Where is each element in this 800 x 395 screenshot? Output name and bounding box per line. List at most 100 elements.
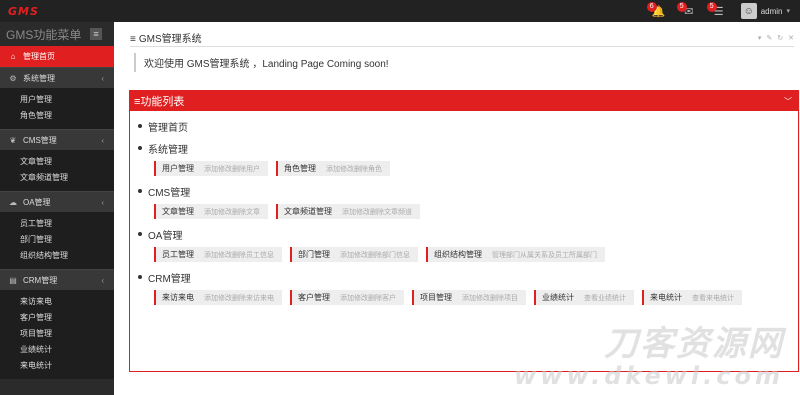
user-menu[interactable]: ☺ admin ▾ xyxy=(740,3,790,19)
top-bar: GMS 🔔 6 ✉ 5 ☰ 5 ☺ admin ▾ xyxy=(0,0,800,22)
feature-list-portlet: ≡功能列表 ﹀ 管理首页系统管理用户管理 添加修改删除用户 角色管理 添加修改删除角色… xyxy=(129,90,799,372)
feature-section-label: OA管理 xyxy=(148,230,183,242)
welcome-portlet-title: GMS管理系统 xyxy=(138,34,202,45)
reload-icon[interactable]: ↻ xyxy=(777,34,783,42)
portlet-tools: ▾ ✎ ↻ ✕ xyxy=(758,34,794,42)
sidebar-header: GMS功能菜单 ≡ xyxy=(0,22,114,46)
top-icons: 🔔 6 ✉ 5 ☰ 5 ☺ admin ▾ xyxy=(646,2,790,19)
brand-logo[interactable]: GMS xyxy=(8,5,39,18)
list-icon: ▤ xyxy=(9,275,17,285)
feature-tile-name: 文章管理 xyxy=(162,207,194,216)
sidebar: GMS功能菜单 ≡ ⌂ 管理首页 ⚙ 系统管理 ‹ 用户管理 角色管理 ❦ CMS管理 ‹ 文章管理… xyxy=(0,22,114,395)
sidebar-subitem[interactable]: 文章管理 xyxy=(0,154,114,170)
feature-tile-name: 项目管理 xyxy=(420,293,452,302)
feature-tile[interactable]: 客户管理 添加修改删除客户 xyxy=(290,290,404,305)
chevron-down-icon[interactable]: ﹀ xyxy=(784,96,792,107)
welcome-message: 欢迎使用 GMS管理系统 ，Landing Page Coming soon! xyxy=(134,53,794,72)
notification-icon[interactable]: 🔔 6 xyxy=(646,2,667,18)
sidebar-subitem[interactable]: 业绩统计 xyxy=(0,342,114,358)
tasks-icon[interactable]: ☰ 5 xyxy=(706,2,727,18)
feature-section-title: CRM管理 xyxy=(138,268,798,286)
bars-icon: ≡ xyxy=(130,34,136,45)
bullet-icon xyxy=(138,146,142,150)
feature-section-title: 管理首页 xyxy=(138,117,798,135)
feature-tile-desc: 添加修改删除文章 xyxy=(204,208,260,216)
feature-tile[interactable]: 部门管理 添加修改删除部门信息 xyxy=(290,247,418,262)
feature-section-title: 系统管理 xyxy=(138,139,798,157)
sidebar-item-1[interactable]: ⚙ 系统管理 ‹ xyxy=(0,67,114,88)
bullet-icon xyxy=(138,232,142,236)
feature-section-title: OA管理 xyxy=(138,225,798,243)
feature-section-title: CMS管理 xyxy=(138,182,798,200)
feature-tiles: 来访来电 添加修改删除来访来电 客户管理 添加修改删除客户 项目管理 添加修改删除项目 业绩… xyxy=(154,290,798,305)
feature-tile[interactable]: 业绩统计 查看业绩统计 xyxy=(534,290,634,305)
sidebar-item-label: 系统管理 xyxy=(23,73,55,83)
sidebar-subitem[interactable]: 用户管理 xyxy=(0,92,114,108)
feature-tile-desc: 管理部门从属关系及员工所属部门 xyxy=(492,251,597,259)
feature-tile-name: 客户管理 xyxy=(298,293,330,302)
feature-tile[interactable]: 用户管理 添加修改删除用户 xyxy=(154,161,268,176)
feature-tile[interactable]: 员工管理 添加修改删除员工信息 xyxy=(154,247,282,262)
feature-list-header: ≡功能列表 ﹀ xyxy=(130,91,798,111)
inbox-badge: 5 xyxy=(676,2,687,12)
welcome-portlet: ≡ GMS管理系统 ▾ ✎ ↻ ✕ 欢迎使用 GMS管理系统 ，Landing P… xyxy=(130,29,794,79)
config-icon[interactable]: ✎ xyxy=(766,34,772,42)
feature-tile-desc: 添加修改删除客户 xyxy=(340,294,396,302)
feature-list-body: 管理首页系统管理用户管理 添加修改删除用户 角色管理 添加修改删除角色 CMS管理文章管… xyxy=(130,111,798,305)
sidebar-subitem[interactable]: 员工管理 xyxy=(0,216,114,232)
feature-tile[interactable]: 来访来电 添加修改删除来访来电 xyxy=(154,290,282,305)
close-icon[interactable]: ✕ xyxy=(788,34,794,42)
sidebar-toggle-button[interactable]: ≡ xyxy=(90,28,102,40)
bullet-icon xyxy=(138,275,142,279)
feature-tile-desc: 添加修改删除来访来电 xyxy=(204,294,274,302)
feature-tile[interactable]: 文章频道管理 添加修改删除文章频道 xyxy=(276,204,420,219)
sidebar-item-3[interactable]: ☁ OA管理 ‹ xyxy=(0,191,114,212)
feature-tile-desc: 添加修改删除部门信息 xyxy=(340,251,410,259)
sidebar-submenu: 来访来电 客户管理 项目管理 业绩统计 来电统计 xyxy=(0,290,114,379)
bullet-icon xyxy=(138,124,142,128)
caret-down-icon: ▾ xyxy=(786,8,790,15)
feature-tile-name: 业绩统计 xyxy=(542,293,574,302)
feature-tiles: 文章管理 添加修改删除文章 文章频道管理 添加修改删除文章频道 xyxy=(154,204,798,219)
sidebar-item-4[interactable]: ▤ CRM管理 ‹ xyxy=(0,269,114,290)
feature-section: 管理首页 xyxy=(138,117,798,135)
sidebar-subitem[interactable]: 文章频道管理 xyxy=(0,170,114,186)
leaf-icon: ❦ xyxy=(9,135,17,145)
feature-tile[interactable]: 组织结构管理 管理部门从属关系及员工所属部门 xyxy=(426,247,605,262)
sidebar-menu: ⌂ 管理首页 ⚙ 系统管理 ‹ 用户管理 角色管理 ❦ CMS管理 ‹ 文章管理 文章频道管理 ☁ OA管… xyxy=(0,46,114,379)
feature-tile[interactable]: 文章管理 添加修改删除文章 xyxy=(154,204,268,219)
user-name: admin xyxy=(760,6,783,16)
avatar: ☺ xyxy=(740,3,757,19)
sidebar-subitem[interactable]: 角色管理 xyxy=(0,108,114,124)
feature-tile-desc: 添加修改删除角色 xyxy=(326,165,382,173)
cloud-icon: ☁ xyxy=(9,197,17,207)
sidebar-subitem[interactable]: 来访来电 xyxy=(0,294,114,310)
feature-tile-desc: 添加修改删除用户 xyxy=(204,165,260,173)
sidebar-item-0[interactable]: ⌂ 管理首页 xyxy=(0,46,114,67)
feature-section-label: CMS管理 xyxy=(148,187,191,199)
feature-list-title: 功能列表 xyxy=(140,96,185,108)
bullet-icon xyxy=(138,189,142,193)
collapse-icon[interactable]: ▾ xyxy=(758,34,762,42)
chevron-left-icon: ‹ xyxy=(101,135,104,145)
feature-tile[interactable]: 来电统计 查看来电统计 xyxy=(642,290,742,305)
sidebar-title: GMS功能菜单 xyxy=(6,27,82,42)
feature-tile-name: 角色管理 xyxy=(284,164,316,173)
sidebar-subitem[interactable]: 部门管理 xyxy=(0,232,114,248)
tasks-badge: 5 xyxy=(706,2,717,12)
sidebar-subitem[interactable]: 来电统计 xyxy=(0,358,114,374)
feature-tile-desc: 查看来电统计 xyxy=(692,294,734,302)
sidebar-subitem[interactable]: 项目管理 xyxy=(0,326,114,342)
sidebar-subitem[interactable]: 客户管理 xyxy=(0,310,114,326)
feature-tiles: 员工管理 添加修改删除员工信息 部门管理 添加修改删除部门信息 组织结构管理 管理部门从属… xyxy=(154,247,798,262)
feature-tile[interactable]: 项目管理 添加修改删除项目 xyxy=(412,290,526,305)
feature-section-label: 管理首页 xyxy=(148,122,188,134)
sidebar-submenu: 员工管理 部门管理 组织结构管理 xyxy=(0,212,114,269)
feature-tile-name: 文章频道管理 xyxy=(284,207,332,216)
inbox-icon[interactable]: ✉ 5 xyxy=(676,2,697,18)
sidebar-item-2[interactable]: ❦ CMS管理 ‹ xyxy=(0,129,114,150)
sidebar-item-label: 管理首页 xyxy=(23,52,55,61)
feature-tile-name: 来电统计 xyxy=(650,293,682,302)
sidebar-subitem[interactable]: 组织结构管理 xyxy=(0,248,114,264)
feature-tile[interactable]: 角色管理 添加修改删除角色 xyxy=(276,161,390,176)
